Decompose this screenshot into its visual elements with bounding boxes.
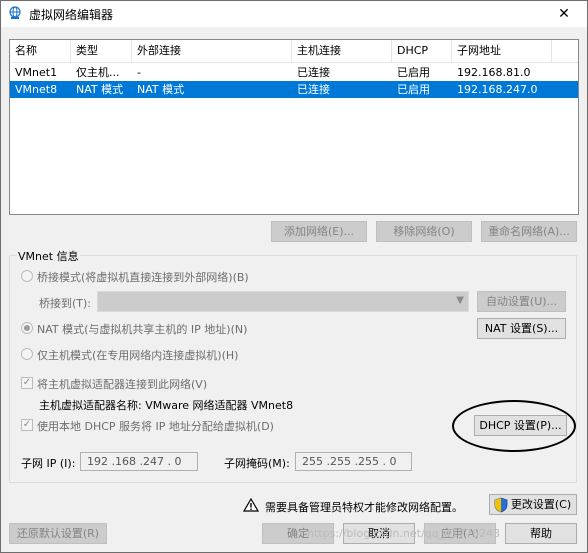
use-dhcp-checkbox[interactable]: ✓ bbox=[21, 419, 33, 431]
vmnet-info-title: VMnet 信息 bbox=[17, 248, 80, 264]
cell-external: NAT 模式 bbox=[137, 83, 185, 96]
close-button[interactable]: ✕ bbox=[541, 1, 587, 27]
network-list-header: 名称 类型 外部连接 主机连接 DHCP 子网地址 bbox=[10, 40, 578, 63]
title-bar: 虚拟网络编辑器 ✕ bbox=[1, 1, 587, 27]
virtual-network-editor-window: 虚拟网络编辑器 ✕ 名称 类型 外部连接 主机连接 DHCP 子网地址 VMne… bbox=[0, 0, 588, 553]
bridge-mode-radio[interactable] bbox=[21, 270, 33, 282]
column-header-type[interactable]: 类型 bbox=[71, 40, 132, 62]
subnet-ip-label: 子网 IP (I): bbox=[21, 457, 76, 470]
column-header-subnet[interactable]: 子网地址 bbox=[452, 40, 552, 62]
add-network-button[interactable]: 添加网络(E)... bbox=[271, 221, 367, 242]
network-list[interactable]: 名称 类型 外部连接 主机连接 DHCP 子网地址 VMnet1 仅主机... … bbox=[9, 39, 579, 215]
cell-host: 已连接 bbox=[297, 66, 330, 79]
subnet-ip-input[interactable]: 192 .168 .247 . 0 bbox=[80, 452, 198, 471]
watermark: https://blog.csdn.net/qq_41776243 bbox=[307, 527, 501, 540]
host-only-radio[interactable] bbox=[21, 348, 33, 360]
cell-type: 仅主机... bbox=[76, 66, 120, 79]
cell-host: 已连接 bbox=[297, 83, 330, 96]
auto-settings-button[interactable]: 自动设置(U)... bbox=[477, 291, 566, 312]
connect-adapter-checkbox[interactable]: ✓ bbox=[21, 377, 33, 389]
host-only-label: 仅主机模式(在专用网络内连接虚拟机)(H) bbox=[37, 349, 239, 362]
nat-mode-label: NAT 模式(与虚拟机共享主机的 IP 地址)(N) bbox=[37, 323, 248, 336]
column-header-host[interactable]: 主机连接 bbox=[292, 40, 392, 62]
nat-mode-radio[interactable] bbox=[21, 322, 33, 334]
cell-dhcp: 已启用 bbox=[397, 83, 430, 96]
bridge-to-label: 桥接到(T): bbox=[39, 297, 92, 310]
cell-external: - bbox=[137, 66, 141, 79]
column-header-external[interactable]: 外部连接 bbox=[132, 40, 292, 62]
restore-defaults-button[interactable]: 还原默认设置(R) bbox=[9, 523, 107, 544]
cell-subnet: 192.168.247.0 bbox=[457, 83, 538, 96]
shield-icon bbox=[494, 497, 508, 513]
dhcp-settings-button[interactable]: DHCP 设置(P)... bbox=[474, 415, 567, 436]
cell-type: NAT 模式 bbox=[76, 83, 124, 96]
cell-dhcp: 已启用 bbox=[397, 66, 430, 79]
cell-name: VMnet8 bbox=[15, 83, 58, 96]
help-button[interactable]: 帮助 bbox=[505, 523, 577, 544]
vmnet-info-group bbox=[9, 255, 577, 483]
cell-subnet: 192.168.81.0 bbox=[457, 66, 531, 79]
subnet-mask-label: 子网掩码(M): bbox=[224, 457, 290, 470]
bridge-to-select[interactable]: ▼ bbox=[97, 291, 469, 312]
table-row-selected[interactable]: VMnet8 NAT 模式 NAT 模式 已连接 已启用 192.168.247… bbox=[10, 81, 578, 98]
use-dhcp-label: 使用本地 DHCP 服务将 IP 地址分配给虚拟机(D) bbox=[37, 420, 274, 433]
column-header-dhcp[interactable]: DHCP bbox=[392, 40, 452, 62]
chevron-down-icon: ▼ bbox=[456, 295, 464, 306]
subnet-mask-input[interactable]: 255 .255 .255 . 0 bbox=[295, 452, 412, 471]
nat-settings-button[interactable]: NAT 设置(S)... bbox=[477, 318, 566, 339]
network-globe-icon bbox=[9, 6, 21, 19]
connect-adapter-label: 将主机虚拟适配器连接到此网络(V) bbox=[37, 378, 208, 391]
column-header-name[interactable]: 名称 bbox=[10, 40, 71, 62]
warning-icon bbox=[243, 498, 259, 512]
change-settings-label: 更改设置(C) bbox=[510, 498, 572, 511]
rename-network-button[interactable]: 重命名网络(A)... bbox=[481, 221, 577, 242]
table-row[interactable]: VMnet1 仅主机... - 已连接 已启用 192.168.81.0 bbox=[10, 64, 578, 81]
close-icon: ✕ bbox=[558, 6, 570, 22]
cell-name: VMnet1 bbox=[15, 66, 58, 79]
adapter-name-label: 主机虚拟适配器名称: VMware 网络适配器 VMnet8 bbox=[39, 399, 294, 412]
bridge-mode-label: 桥接模式(将虚拟机直接连接到外部网络)(B) bbox=[37, 271, 249, 284]
remove-network-button[interactable]: 移除网络(O) bbox=[376, 221, 472, 242]
admin-notice: 需要具备管理员特权才能修改网络配置。 bbox=[265, 501, 463, 514]
window-title: 虚拟网络编辑器 bbox=[29, 8, 114, 22]
